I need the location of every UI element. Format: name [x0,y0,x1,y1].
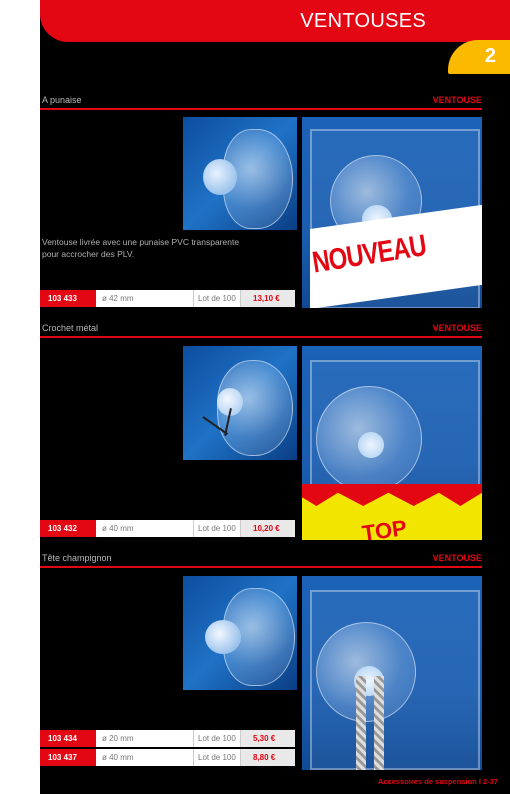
diameter: ø 42 mm [96,290,194,307]
table-row: 103 432 ø 40 mm Lot de 100 10,20 € [40,520,295,537]
chapter-number: 2 [484,45,496,67]
section-category: VENTOUSE [432,95,482,105]
product-section-punaise: A punaise VENTOUSE NOUVEAU Ventouse livr… [40,94,482,310]
page-footer: Accessoires de suspension I 2-37 [377,777,498,786]
lot-size: Lot de 100 [194,730,241,747]
product-section-champignon: Tête champignon VENTOUSE 103 434 ø 20 mm… [40,552,482,772]
price: 10,20 € [241,520,295,537]
usage-photo: TOP [302,346,482,540]
section-header: Crochet métal VENTOUSE [40,322,482,338]
price: 8,80 € [241,749,295,766]
reference: 103 433 [40,290,96,307]
lot-size: Lot de 100 [194,290,241,307]
table-row: 103 433 ø 42 mm Lot de 100 13,10 € [40,290,295,307]
page-header: VENTOUSES [40,0,510,42]
table-row: 103 437 ø 40 mm Lot de 100 8,80 € [40,749,295,766]
reference: 103 434 [40,730,96,747]
section-header: A punaise VENTOUSE [40,94,482,110]
section-name: Tête champignon [42,553,112,563]
product-section-crochet: Crochet métal VENTOUSE TOP 103 432 ø 40 … [40,322,482,540]
usage-photo [302,576,482,770]
section-name: A punaise [42,95,82,105]
section-category: VENTOUSE [432,323,482,333]
price-table: 103 432 ø 40 mm Lot de 100 10,20 € [40,520,295,539]
diameter: ø 20 mm [96,730,194,747]
diameter: ø 40 mm [96,520,194,537]
table-row: 103 434 ø 20 mm Lot de 100 5,30 € [40,730,295,747]
price: 5,30 € [241,730,295,747]
section-name: Crochet métal [42,323,99,333]
page-title: VENTOUSES [300,10,426,32]
price-table: 103 434 ø 20 mm Lot de 100 5,30 € 103 43… [40,730,295,768]
product-photo [183,576,297,690]
lot-size: Lot de 100 [194,749,241,766]
reference: 103 437 [40,749,96,766]
product-photo [183,117,297,230]
section-header: Tête champignon VENTOUSE [40,552,482,568]
diameter: ø 40 mm [96,749,194,766]
product-description: Ventouse livrée avec une punaise PVC tra… [42,237,240,259]
price: 13,10 € [241,290,295,307]
product-photo [183,346,297,460]
reference: 103 432 [40,520,96,537]
section-category: VENTOUSE [432,553,482,563]
usage-photo: NOUVEAU [302,117,482,308]
price-table: 103 433 ø 42 mm Lot de 100 13,10 € [40,290,295,309]
lot-size: Lot de 100 [194,520,241,537]
